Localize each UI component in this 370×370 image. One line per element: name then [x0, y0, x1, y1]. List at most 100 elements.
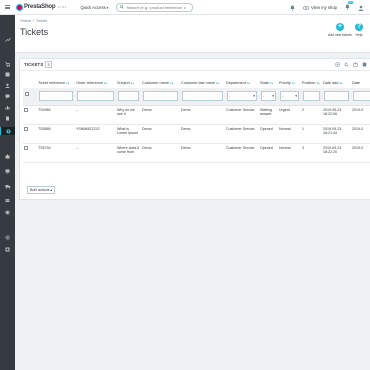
col-date-add[interactable]: Date add ▾▴	[322, 79, 351, 88]
table-row[interactable]: TS5754 -- Where does it come from Demo D…	[23, 143, 370, 163]
sort-icon[interactable]: ▾▴	[292, 81, 295, 85]
cell-order-reference: --	[75, 143, 116, 163]
filter-order-reference[interactable]	[77, 91, 114, 101]
filter-row: - ▾ - ▾ - ▾	[23, 88, 370, 106]
search-input[interactable]	[126, 4, 187, 10]
col-state[interactable]: State ▾▴	[259, 79, 278, 88]
col-position[interactable]: Position ▾▴	[301, 79, 322, 88]
col-customer-last-name[interactable]: Customer last name ▾▴	[180, 79, 225, 88]
bulk-actions-button[interactable]: Bulk actions ▴	[27, 186, 56, 194]
filter-customer-name[interactable]	[143, 91, 178, 101]
sort-icon[interactable]: ▾▴	[270, 81, 273, 85]
row-checkbox[interactable]	[24, 107, 28, 112]
filter-date-add[interactable]	[324, 91, 349, 101]
sidebar-item-modules[interactable]	[0, 152, 15, 160]
sidebar-item-international[interactable]	[0, 208, 15, 216]
col-select	[23, 79, 37, 88]
filter-date[interactable]	[353, 91, 370, 101]
quick-access-menu[interactable]: Quick Access	[81, 5, 109, 10]
panel-tools	[335, 62, 367, 67]
cart-icon	[5, 61, 10, 67]
cell-date-add: 2019-09-23 18:22:06	[322, 105, 351, 125]
cell-customer-last-name: Demo	[180, 143, 225, 163]
sidebar-item-dashboard[interactable]	[0, 35, 15, 43]
filter-checkbox[interactable]	[25, 91, 29, 96]
monitor-icon	[5, 169, 10, 173]
terminal-icon	[5, 247, 10, 251]
bar-chart-icon	[5, 105, 10, 109]
filter-subject[interactable]	[118, 91, 139, 101]
sort-icon[interactable]: ▾▴	[131, 81, 134, 85]
filter-position[interactable]	[303, 91, 320, 101]
export-icon[interactable]	[353, 62, 358, 67]
cell-ticket-reference: TS5754	[37, 143, 75, 163]
breadcrumb: Orders / Tickets	[20, 19, 48, 23]
sort-icon[interactable]: ▾▴	[66, 81, 69, 85]
col-customer-name[interactable]: Customer name ▾▴	[141, 79, 180, 88]
logo[interactable]: PrestaShop 1.7.6.1	[16, 3, 67, 11]
user-avatar-icon[interactable]	[358, 5, 364, 11]
col-department[interactable]: Department ▾▴	[225, 79, 259, 88]
cell-ticket-reference: TS5889	[37, 124, 75, 144]
sort-icon[interactable]: ▾▴	[317, 81, 320, 85]
col-subject[interactable]: Subject ▾▴	[116, 79, 141, 88]
row-checkbox[interactable]	[24, 145, 28, 150]
sidebar-item-shipping[interactable]	[0, 182, 15, 190]
sidebar-item-advanced[interactable]	[0, 245, 15, 253]
bell-icon[interactable]	[290, 5, 295, 11]
sort-icon[interactable]: ▾▴	[216, 81, 219, 85]
sidebar-item-messages[interactable]	[0, 92, 15, 100]
col-ticket-reference[interactable]: Ticket reference ▾▴	[37, 79, 75, 88]
page-header: Orders / Tickets Tickets + Add new tickets…	[15, 15, 370, 53]
cell-position: 1	[301, 124, 322, 144]
menu-toggle-icon[interactable]	[0, 0, 15, 15]
add-circle-icon[interactable]	[335, 62, 340, 67]
add-ticket-button[interactable]: + Add new tickets	[328, 23, 352, 37]
sidebar-item-settings[interactable]	[0, 233, 15, 241]
search-box[interactable]	[116, 2, 194, 12]
ticket-count-badge: 3	[45, 61, 52, 68]
sidebar-item-orders-sub[interactable]	[0, 114, 15, 122]
view-shop-link[interactable]: View my shop	[303, 5, 337, 10]
sidebar-item-orders[interactable]	[0, 60, 15, 68]
notifications-button[interactable]: 12	[345, 1, 353, 11]
table-row[interactable]: TS4980 -- Why do we use it Demo Demo Cus…	[23, 105, 370, 125]
breadcrumb-parent[interactable]: Orders	[20, 19, 31, 23]
col-priority[interactable]: Priority ▾▴	[278, 79, 301, 88]
filter-customer-last-name[interactable]	[182, 91, 223, 101]
sort-icon[interactable]: ▾▴	[104, 81, 107, 85]
view-shop-label: View my shop	[311, 5, 337, 10]
col-date[interactable]: Date	[351, 79, 370, 88]
sidebar	[0, 15, 15, 370]
refresh-icon[interactable]	[344, 62, 349, 67]
help-label: Help	[355, 33, 363, 37]
top-bar: PrestaShop 1.7.6.1 Quick Access View my …	[0, 0, 370, 15]
cell-position: 3	[301, 143, 322, 163]
sidebar-item-stats[interactable]	[0, 103, 15, 111]
filter-select-all[interactable]	[23, 88, 37, 106]
filter-department-select[interactable]: - ▾	[227, 91, 257, 101]
table-row[interactable]: TS5889 YSNMMZCGG What is Lorem Ipsum Dem…	[23, 124, 370, 144]
page-title: Tickets	[20, 27, 49, 37]
version-label: 1.7.6.1	[57, 5, 67, 9]
sidebar-item-design[interactable]	[0, 167, 15, 175]
add-ticket-label: Add new tickets	[328, 33, 352, 37]
sidebar-item-payment[interactable]	[0, 196, 15, 204]
sort-icon[interactable]: ▾▴	[247, 81, 250, 85]
logo-text: PrestaShop	[24, 4, 56, 10]
puzzle-icon	[5, 153, 10, 158]
help-button[interactable]: ? Help	[355, 23, 363, 37]
sidebar-item-customers[interactable]	[0, 81, 15, 89]
filter-priority-select[interactable]: - ▾	[280, 91, 299, 101]
sidebar-item-customer-service[interactable]	[0, 127, 15, 135]
sort-icon[interactable]: ▾▴	[170, 81, 173, 85]
catalog-icon	[5, 72, 10, 76]
sort-icon[interactable]: ▾▴	[339, 81, 342, 85]
sidebar-item-catalog[interactable]	[0, 70, 15, 78]
filter-state-select[interactable]: - ▾	[261, 91, 276, 101]
col-order-reference[interactable]: Order reference ▾▴	[75, 79, 116, 88]
cell-customer-name: Demo	[141, 124, 180, 144]
row-checkbox[interactable]	[24, 126, 28, 131]
sql-icon[interactable]	[362, 62, 367, 67]
filter-ticket-reference[interactable]	[39, 91, 73, 101]
